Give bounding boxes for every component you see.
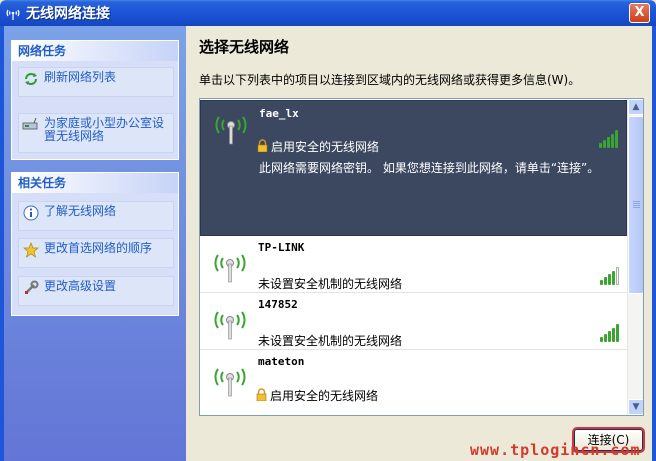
change-advanced-settings-label: 更改高级设置	[44, 279, 117, 293]
network-item-mateton[interactable]: mateton 启用安全的无线网络	[200, 351, 627, 415]
network-security-label: 未设置安全机制的无线网络	[258, 334, 403, 348]
antenna-icon	[210, 304, 250, 343]
related-tasks-panel: 相关任务 了解无线网络 更改首选网络的顺序 更改高级设置	[11, 172, 179, 316]
refresh-network-list-label: 刷新网络列表	[44, 70, 117, 84]
lock-icon	[256, 387, 267, 404]
setup-wireless-network-link[interactable]: 为家庭或小型办公室设置无线网络	[18, 113, 174, 153]
signal-strength-icon	[599, 267, 619, 285]
network-security: 启用安全的无线网络	[256, 387, 378, 404]
task-sidebar: 网络任务 刷新网络列表 为家庭或小型办公室设置无线网络 相关任务 了解无线网络 …	[4, 26, 186, 461]
change-advanced-settings-link[interactable]: 更改高级设置	[18, 276, 174, 306]
close-button[interactable]: X	[629, 3, 650, 23]
window-title: 无线网络连接	[26, 6, 110, 22]
setup-wireless-network-label: 为家庭或小型办公室设置无线网络	[44, 116, 165, 143]
learn-wireless-label: 了解无线网络	[44, 204, 117, 218]
star-icon	[22, 241, 40, 259]
title-bar[interactable]: 无线网络连接 X	[0, 0, 656, 26]
scroll-thumb[interactable]	[628, 116, 643, 294]
scroll-down-button[interactable]: ▼	[628, 399, 643, 415]
learn-wireless-link[interactable]: 了解无线网络	[18, 201, 174, 231]
info-icon	[22, 204, 40, 222]
network-ssid: 147852	[258, 298, 298, 311]
network-security-label: 未设置安全机制的无线网络	[258, 277, 403, 291]
network-item-fae-lx[interactable]: fae_lx 启用安全的无线网络 此网络需要网络密钥。 如果您想连接到此网络，请…	[200, 100, 627, 236]
page-title: 选择无线网络	[199, 38, 290, 56]
network-ssid: fae_lx	[259, 107, 299, 120]
change-preferred-order-link[interactable]: 更改首选网络的顺序	[18, 238, 174, 268]
antenna-icon	[210, 361, 250, 400]
signal-strength-icon	[599, 324, 619, 342]
signal-strength-icon	[598, 130, 618, 148]
network-item-tp-link[interactable]: TP-LINK 未设置安全机制的无线网络	[200, 237, 627, 293]
refresh-icon	[22, 70, 40, 88]
lock-icon	[257, 138, 268, 155]
antenna-icon	[210, 247, 250, 286]
network-security: 启用安全的无线网络	[257, 138, 379, 155]
change-preferred-order-label: 更改首选网络的顺序	[44, 241, 153, 255]
network-ssid: TP-LINK	[258, 241, 305, 254]
page-description: 单击以下列表中的项目以连接到区域内的无线网络或获得更多信息(W)。	[199, 73, 581, 87]
antenna-icon	[211, 109, 251, 148]
refresh-network-list-link[interactable]: 刷新网络列表	[18, 67, 174, 97]
main-panel: 选择无线网络 单击以下列表中的项目以连接到区域内的无线网络或获得更多信息(W)。…	[186, 26, 652, 461]
network-security-label: 启用安全的无线网络	[271, 140, 380, 154]
wireless-network-list[interactable]: fae_lx 启用安全的无线网络 此网络需要网络密钥。 如果您想连接到此网络，请…	[199, 98, 644, 416]
wireless-network-icon	[4, 4, 22, 22]
network-tasks-panel: 网络任务 刷新网络列表 为家庭或小型办公室设置无线网络	[11, 40, 179, 160]
related-tasks-header: 相关任务	[12, 173, 178, 193]
network-security-label: 启用安全的无线网络	[270, 389, 379, 403]
network-item-147852[interactable]: 147852 未设置安全机制的无线网络	[200, 294, 627, 350]
scroll-up-button[interactable]: ▲	[628, 99, 643, 115]
setup-network-icon	[22, 116, 40, 134]
network-ssid: mateton	[258, 355, 305, 368]
watermark: www.tplogincn.com	[470, 441, 641, 459]
network-tasks-header: 网络任务	[12, 41, 178, 61]
wrench-icon	[22, 279, 40, 297]
window-frame-right	[652, 26, 656, 461]
network-key-notice: 此网络需要网络密钥。 如果您想连接到此网络，请单击“连接”。	[259, 161, 600, 175]
list-scrollbar[interactable]: ▲ ▼	[627, 99, 643, 415]
